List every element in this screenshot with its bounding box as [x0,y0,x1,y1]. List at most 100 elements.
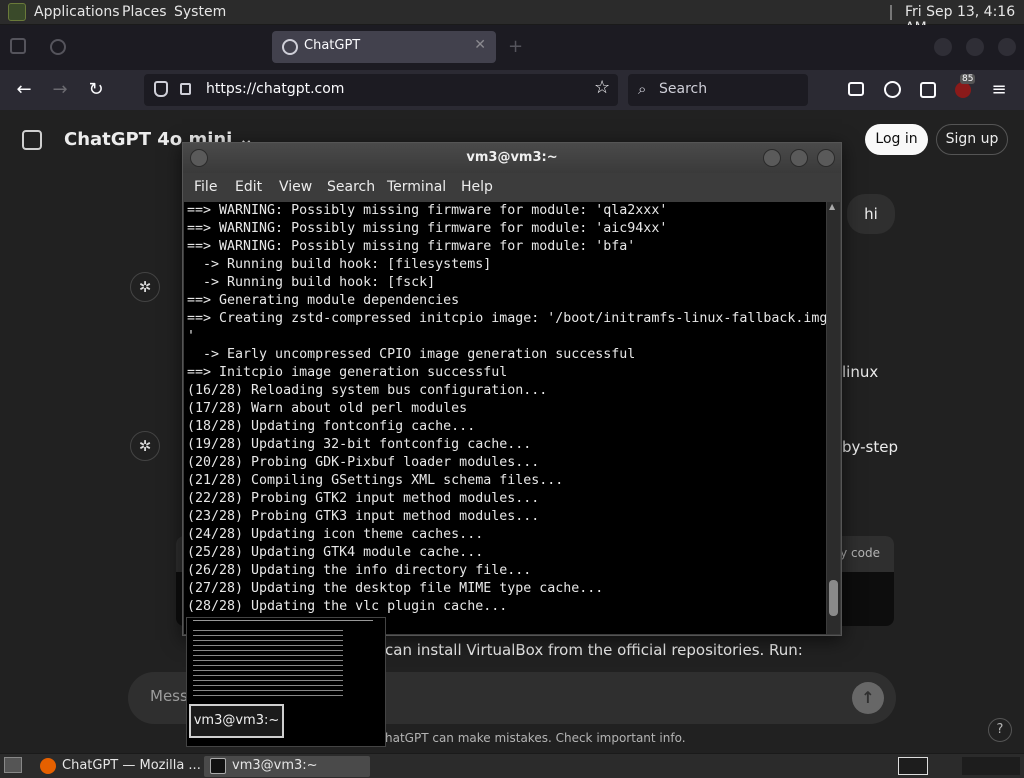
show-desktop-icon[interactable] [4,757,22,773]
terminal-line: ==> WARNING: Possibly missing firmware f… [187,221,668,236]
terminal-maximize-button[interactable] [790,149,808,167]
scroll-up-icon[interactable]: ▲ [829,202,835,211]
terminal-lines: ==> WARNING: Possibly missing firmware f… [187,202,826,616]
scrollbar-thumb[interactable] [829,580,838,616]
menu-hamburger-icon[interactable]: ≡ [988,79,1010,101]
message-fragment: linux [842,363,879,381]
firefox-icon [40,758,56,774]
search-placeholder: Search [659,81,708,97]
terminal-icon [210,758,226,774]
search-icon: ⌕ [638,80,647,98]
tab-inactive[interactable] [40,31,264,63]
lock-icon[interactable] [180,83,191,95]
tab-chatgpt[interactable]: ChatGPT ✕ [272,31,496,63]
thumbnail-menubar [193,620,373,621]
terminal-line: (24/28) Updating icon theme caches... [187,527,484,542]
back-icon[interactable]: ← [13,79,35,101]
taskbar-item-label: ChatGPT — Mozilla ... [62,758,201,773]
menu-system[interactable]: System [174,4,226,20]
terminal-line: ==> Creating zstd-compressed initcpio im… [187,311,826,326]
shield-icon[interactable] [154,81,168,97]
terminal-line: (22/28) Probing GTK2 input method module… [187,491,540,506]
terminal-menu-search[interactable]: Search [327,179,375,195]
window-preview-popup[interactable]: vm3@vm3:~ [186,617,386,747]
terminal-menu-terminal[interactable]: Terminal [387,179,446,195]
tab-label: ChatGPT [304,38,361,53]
terminal-line: (18/28) Updating fontconfig cache... [187,419,476,434]
forward-icon[interactable]: → [49,79,71,101]
terminal-line: (23/28) Probing GTK3 input method module… [187,509,540,524]
pocket-icon[interactable] [848,82,864,96]
preview-title: vm3@vm3:~ [189,704,284,738]
terminal-line: ==> WARNING: Possibly missing firmware f… [187,239,636,254]
browser-tab-strip: ChatGPT ✕ + [0,25,1024,70]
menu-places[interactable]: Places [122,4,167,20]
terminal-line: ==> Generating module dependencies [187,293,460,308]
terminal-line: (26/28) Updating the info directory file… [187,563,532,578]
tab-close-icon[interactable]: ✕ [474,37,486,53]
new-chat-icon[interactable] [22,130,42,150]
terminal-titlebar[interactable]: vm3@vm3:~ [183,143,841,173]
new-tab-icon[interactable]: + [508,36,523,57]
reload-icon[interactable]: ↻ [85,79,107,101]
bottom-taskbar: ChatGPT — Mozilla ... vm3@vm3:~ [0,753,1024,778]
top-panel: Applications Places System Fri Sep 13, 4… [0,0,1024,36]
user-message-bubble: hi [847,194,895,234]
signup-button[interactable]: Sign up [936,124,1008,155]
panel-separator [890,5,892,20]
message-fragment: by-step [842,438,898,456]
terminal-output[interactable]: ==> WARNING: Possibly missing firmware f… [184,202,826,634]
terminal-line: ==> Initcpio image generation successful [187,365,508,380]
bookmark-star-icon[interactable]: ☆ [594,77,610,98]
window-close-button[interactable] [998,38,1016,56]
terminal-line: (28/28) Updating the vlc plugin cache... [187,599,508,614]
chatgpt-avatar-icon: ✲ [130,272,160,302]
url-bar[interactable]: https://chatgpt.com ☆ [144,74,618,106]
account-icon[interactable] [884,81,901,98]
terminal-close-button[interactable] [817,149,835,167]
terminal-line: -> Early uncompressed CPIO image generat… [187,347,636,362]
composer-placeholder[interactable]: Mess [150,687,188,705]
terminal-line: (20/28) Probing GDK-Pixbuf loader module… [187,455,540,470]
workspace-1[interactable] [898,757,928,775]
terminal-minimize-button[interactable] [763,149,781,167]
help-button[interactable]: ? [988,718,1012,742]
terminal-title: vm3@vm3:~ [466,150,558,165]
terminal-menubar: File Edit View Search Terminal Help [183,173,841,201]
distro-logo-icon[interactable] [8,3,26,21]
terminal-menu-edit[interactable]: Edit [235,179,262,195]
chatgpt-avatar-icon: ✲ [130,431,160,461]
terminal-menu-file[interactable]: File [194,179,217,195]
terminal-line: (19/28) Updating 32-bit fontconfig cache… [187,437,532,452]
tab-overview-icon[interactable] [10,38,26,54]
browser-nav-bar: ← → ↻ https://chatgpt.com ☆ ⌕ Search 85 … [0,70,1024,110]
terminal-window[interactable]: vm3@vm3:~ File Edit View Search Terminal… [182,142,842,636]
ublock-icon[interactable] [955,82,971,98]
window-maximize-button[interactable] [966,38,984,56]
taskbar-item-firefox[interactable]: ChatGPT — Mozilla ... [34,756,201,777]
disclaimer-text: hatGPT can make mistakes. Check importan… [385,731,686,745]
terminal-line: ==> WARNING: Possibly missing firmware f… [187,203,668,218]
answer-text: can install VirtualBox from the official… [385,641,803,659]
terminal-line: (16/28) Reloading system bus configurati… [187,383,548,398]
menu-applications[interactable]: Applications [34,4,120,20]
taskbar-item-terminal[interactable]: vm3@vm3:~ [204,756,370,777]
login-button[interactable]: Log in [865,124,928,155]
terminal-line: -> Running build hook: [filesystems] [187,257,492,272]
terminal-line: (21/28) Compiling GSettings XML schema f… [187,473,564,488]
taskbar-item-label: vm3@vm3:~ [232,758,318,773]
terminal-line: (17/28) Warn about old perl modules [187,401,468,416]
terminal-menu-help[interactable]: Help [461,179,493,195]
terminal-line: (25/28) Updating GTK4 module cache... [187,545,484,560]
workspace-2[interactable] [962,757,1020,775]
terminal-scrollbar[interactable]: ▲ [827,202,840,634]
thumbnail-text [193,626,343,696]
url-text[interactable]: https://chatgpt.com [206,81,344,97]
terminal-menu-view[interactable]: View [279,179,312,195]
send-button[interactable]: ↑ [852,682,884,714]
terminal-line: -> Running build hook: [fsck] [187,275,436,290]
extensions-icon[interactable] [920,82,936,98]
terminal-line: ' [187,329,196,344]
search-bar[interactable]: ⌕ Search [628,74,808,106]
window-minimize-button[interactable] [934,38,952,56]
